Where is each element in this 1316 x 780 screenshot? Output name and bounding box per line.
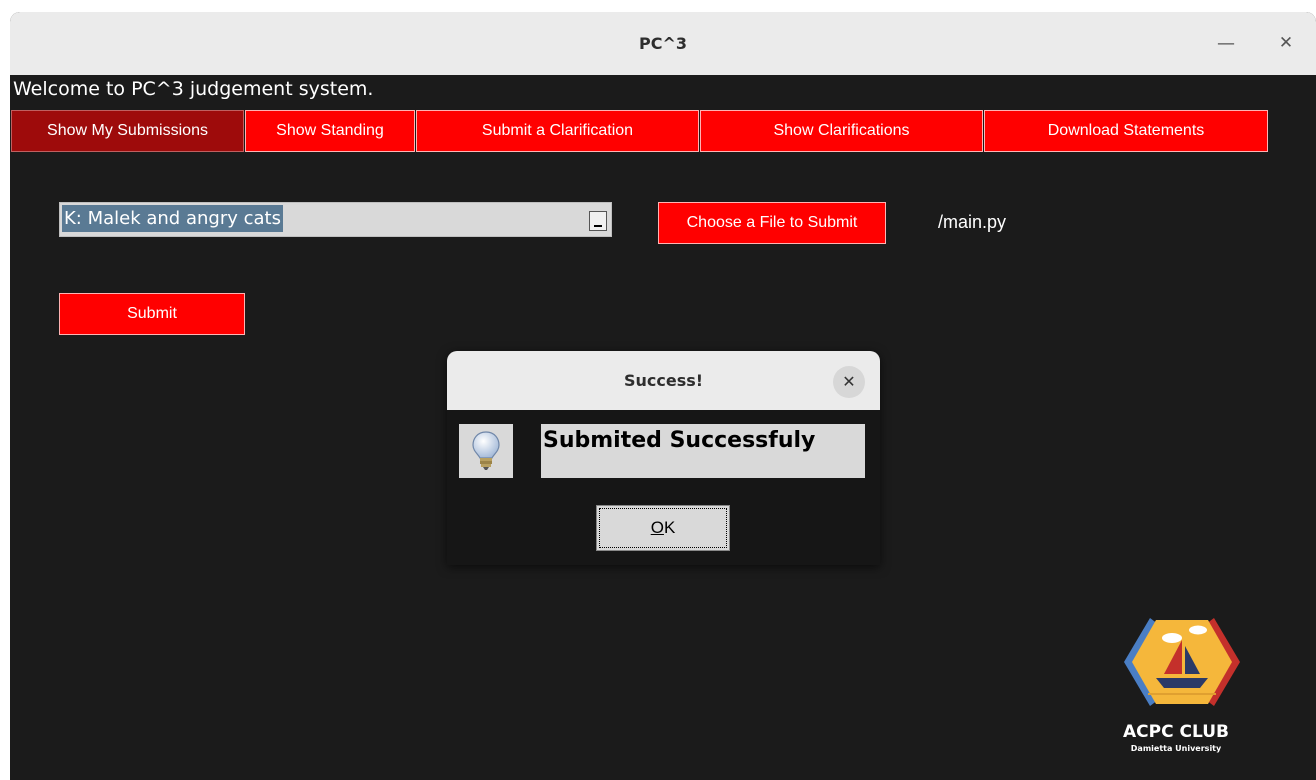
dialog-title: Success!: [623, 371, 704, 390]
success-dialog: Success! ✕ Submited Successfuly OK: [447, 351, 880, 565]
dialog-message: Submited Successfuly: [541, 424, 865, 478]
dialog-close-button[interactable]: ✕: [833, 366, 865, 398]
logo-subtitle: Damietta University: [1130, 744, 1222, 753]
ok-button[interactable]: OK: [596, 505, 730, 551]
minimize-button[interactable]: —: [1206, 12, 1246, 75]
close-button[interactable]: ✕: [1266, 12, 1306, 75]
welcome-text: Welcome to PC^3 judgement system.: [13, 78, 374, 100]
ok-label-rest: K: [663, 518, 676, 537]
problem-select[interactable]: K: Malek and angry cats: [59, 202, 612, 237]
submit-button[interactable]: Submit: [59, 293, 245, 335]
problem-select-value: K: Malek and angry cats: [62, 205, 283, 232]
tab-show-standing[interactable]: Show Standing: [245, 110, 415, 152]
selected-file-label: /main.py: [938, 212, 1007, 232]
dialog-message-text: Submited Successfuly: [543, 428, 816, 453]
tab-submit-clarification[interactable]: Submit a Clarification: [416, 110, 699, 152]
ok-button-focus: OK: [599, 508, 727, 548]
choose-file-button[interactable]: Choose a File to Submit: [658, 202, 886, 244]
tab-show-my-submissions[interactable]: Show My Submissions: [11, 110, 244, 152]
window-title: PC^3: [638, 34, 687, 53]
ok-mnemonic: O: [650, 518, 664, 537]
dialog-titlebar[interactable]: Success! ✕: [447, 351, 880, 410]
lightbulb-icon: [459, 424, 513, 478]
dropdown-arrow-icon[interactable]: [589, 211, 607, 231]
logo-title: ACPC CLUB: [1123, 722, 1229, 742]
tab-show-clarifications[interactable]: Show Clarifications: [700, 110, 983, 152]
main-window: PC^3 — ✕ Welcome to PC^3 judgement syste…: [10, 12, 1316, 780]
tab-download-statements[interactable]: Download Statements: [984, 110, 1268, 152]
window-titlebar[interactable]: PC^3 — ✕: [10, 12, 1316, 75]
